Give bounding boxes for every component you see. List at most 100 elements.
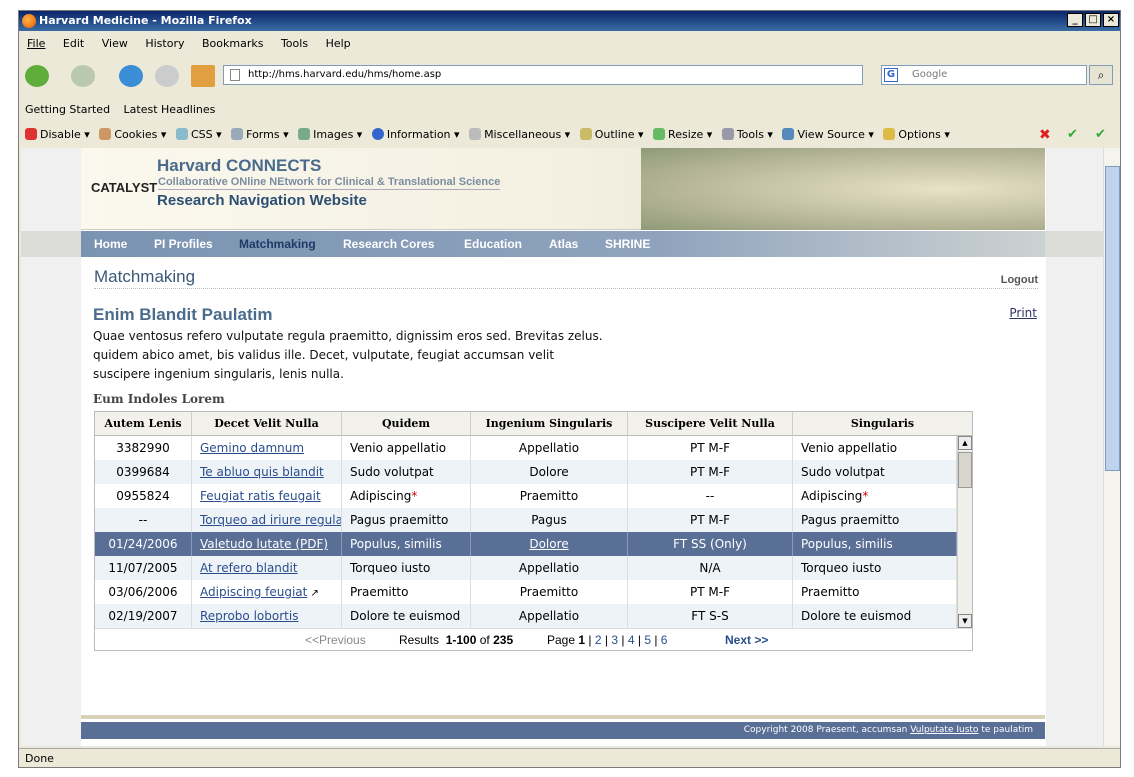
column-header[interactable]: Quidem xyxy=(342,412,471,436)
previous-link[interactable]: <<Previous xyxy=(305,629,366,651)
row-link[interactable]: At refero blandit xyxy=(200,561,298,575)
table-cell: Populus, similis xyxy=(793,532,957,556)
row-link[interactable]: Adipiscing feugiat xyxy=(200,585,307,599)
table-cell[interactable]: Te abluo quis blandit xyxy=(192,460,342,484)
devbar-miscellaneous[interactable]: Miscellaneous ▾ xyxy=(469,124,570,146)
column-header[interactable]: Autem Lenis xyxy=(95,412,192,436)
check-icon[interactable]: ✔ xyxy=(1067,124,1078,146)
devbar-view-source[interactable]: View Source ▾ xyxy=(782,124,874,146)
devbar-forms[interactable]: Forms ▾ xyxy=(231,124,289,146)
banner-subtitle: Collaborative ONline NEtwork for Clinica… xyxy=(158,176,501,190)
minimize-button[interactable]: _ xyxy=(1067,13,1083,27)
menu-help[interactable]: Help xyxy=(326,33,351,55)
error-x-icon[interactable]: ✖ xyxy=(1039,124,1051,146)
menu-file[interactable]: File xyxy=(27,33,45,55)
nav-pi-profiles[interactable]: PI Profiles xyxy=(154,231,213,257)
devbar-disable[interactable]: Disable ▾ xyxy=(25,124,90,146)
devbar-css[interactable]: CSS ▾ xyxy=(175,124,222,146)
bookmark-latest-headlines[interactable]: Latest Headlines xyxy=(124,103,216,116)
nav-shrine[interactable]: SHRINE xyxy=(605,231,650,257)
table-cell[interactable]: At refero blandit xyxy=(192,556,342,580)
devbar-cookies[interactable]: Cookies ▾ xyxy=(99,124,166,146)
page-link[interactable]: 2 xyxy=(595,633,602,647)
page-link[interactable]: 6 xyxy=(661,633,668,647)
page-link[interactable]: 4 xyxy=(628,633,635,647)
current-page: 1 xyxy=(578,633,586,647)
menu-history[interactable]: History xyxy=(145,33,184,55)
page-scrollbar[interactable] xyxy=(1103,148,1120,746)
table-cell[interactable]: Reprobo lobortis xyxy=(192,604,342,628)
table-cell: Pagus xyxy=(471,508,628,532)
menu-bookmarks[interactable]: Bookmarks xyxy=(202,33,263,55)
nav-education[interactable]: Education xyxy=(464,231,522,257)
page-scroll-thumb[interactable] xyxy=(1105,166,1120,471)
footer-link[interactable]: Vulputate Iusto xyxy=(910,725,978,735)
devbar-options[interactable]: Options ▾ xyxy=(883,124,950,146)
back-icon[interactable] xyxy=(25,65,49,87)
bookmark-getting-started[interactable]: Getting Started xyxy=(25,103,110,116)
row-link[interactable]: Torqueo ad iriure regula xyxy=(200,513,341,527)
column-header[interactable]: Decet Velit Nulla xyxy=(192,412,342,436)
search-input[interactable]: G Google xyxy=(881,65,1087,85)
table-row[interactable]: 3382990 Gemino damnum Venio appellatio Appe… xyxy=(95,436,957,460)
table-cell[interactable]: Valetudo lutate (PDF) xyxy=(192,532,342,556)
table-row[interactable]: 0955824 Feugiat ratis feugait Adipiscing* P… xyxy=(95,484,957,508)
table-cell: 0955824 xyxy=(95,484,192,508)
check-icon[interactable]: ✔ xyxy=(1095,124,1106,146)
row-link[interactable]: Valetudo lutate (PDF) xyxy=(200,537,328,551)
close-button[interactable]: × xyxy=(1103,13,1119,27)
page-link[interactable]: 5 xyxy=(644,633,651,647)
nav-atlas[interactable]: Atlas xyxy=(549,231,578,257)
print-link[interactable]: Print xyxy=(1009,306,1037,320)
table-cell[interactable]: Torqueo ad iriure regula xyxy=(192,508,342,532)
table-scrollbar[interactable]: ▲ ▼ xyxy=(957,436,972,628)
table-cell[interactable]: Gemino damnum xyxy=(192,436,342,460)
table-row[interactable]: -- Torqueo ad iriure regula Pagus praemitt… xyxy=(95,508,957,532)
column-header[interactable]: Singularis xyxy=(793,412,972,436)
devbar-resize[interactable]: Resize ▾ xyxy=(653,124,712,146)
menu-tools[interactable]: Tools xyxy=(281,33,308,55)
nav-home[interactable]: Home xyxy=(94,231,127,257)
table-row[interactable]: 0399684 Te abluo quis blandit Sudo volutpa… xyxy=(95,460,957,484)
nav-research-cores[interactable]: Research Cores xyxy=(343,231,434,257)
catalyst-logo[interactable]: CATALYST xyxy=(91,160,157,216)
row-link[interactable]: Feugiat ratis feugait xyxy=(200,489,321,503)
column-header[interactable]: Ingenium Singularis xyxy=(471,412,628,436)
table-cell[interactable]: Adipiscing feugiat ↗ xyxy=(192,580,342,604)
devbar-tools[interactable]: Tools ▾ xyxy=(721,124,773,146)
search-icon[interactable]: ⌕ xyxy=(1089,65,1113,85)
home-icon[interactable] xyxy=(191,65,215,87)
scroll-up-icon[interactable]: ▲ xyxy=(958,436,972,450)
page-title: Enim Blandit Paulatim xyxy=(93,305,273,324)
next-link[interactable]: Next >> xyxy=(725,629,768,651)
reload-icon[interactable] xyxy=(119,65,143,87)
scroll-thumb[interactable] xyxy=(958,452,972,488)
scroll-down-icon[interactable]: ▼ xyxy=(958,614,972,628)
cell-text[interactable]: Dolore xyxy=(529,537,568,551)
logout-link[interactable]: Logout xyxy=(1001,274,1038,286)
table-row[interactable]: 11/07/2005 At refero blandit Torqueo iusto… xyxy=(95,556,957,580)
url-bar[interactable]: http://hms.harvard.edu/hms/home.asp xyxy=(223,65,1024,85)
nav-matchmaking[interactable]: Matchmaking xyxy=(239,231,316,257)
row-link[interactable]: Gemino damnum xyxy=(200,441,304,455)
title-bar: Harvard Medicine - Mozilla Firefox _ □ × xyxy=(19,11,1120,31)
table-row[interactable]: 03/06/2006 Adipiscing feugiat ↗ Praemitto P… xyxy=(95,580,957,604)
devbar-information[interactable]: Information ▾ xyxy=(371,124,460,146)
forward-icon[interactable] xyxy=(71,65,95,87)
column-header[interactable]: Suscipere Velit Nulla xyxy=(628,412,793,436)
google-icon[interactable]: G xyxy=(884,68,898,82)
stop-icon[interactable] xyxy=(155,65,179,87)
page-link[interactable]: 3 xyxy=(611,633,618,647)
table-cell: FT S-S xyxy=(628,604,793,628)
devbar-outline[interactable]: Outline ▾ xyxy=(579,124,644,146)
row-link[interactable]: Reprobo lobortis xyxy=(200,609,298,623)
maximize-button[interactable]: □ xyxy=(1085,13,1101,27)
table-row[interactable]: 02/19/2007 Reprobo lobortis Dolore te euis… xyxy=(95,604,957,628)
devbar-images[interactable]: Images ▾ xyxy=(298,124,362,146)
menu-view[interactable]: View xyxy=(102,33,128,55)
menu-edit[interactable]: Edit xyxy=(63,33,84,55)
row-link[interactable]: Te abluo quis blandit xyxy=(200,465,324,479)
table-row[interactable]: 01/24/2006 Valetudo lutate (PDF) Populus, … xyxy=(95,532,957,556)
table-cell[interactable]: Feugiat ratis feugait xyxy=(192,484,342,508)
table-cell[interactable]: Dolore xyxy=(471,532,628,556)
